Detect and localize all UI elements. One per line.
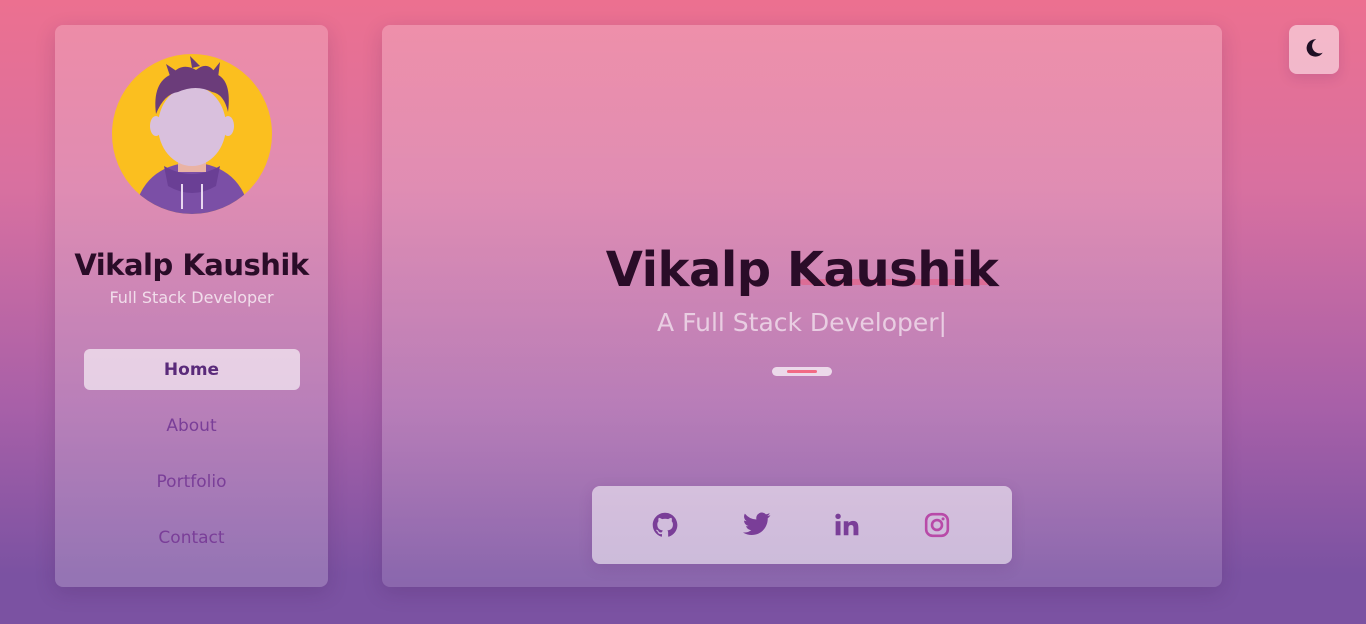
linkedin-icon[interactable] (832, 510, 862, 540)
instagram-icon[interactable] (922, 510, 952, 540)
hero-subtitle-text: A Full Stack Developer (657, 308, 939, 337)
avatar-illustration (133, 56, 250, 214)
nav-item-about[interactable]: About (84, 405, 300, 446)
theme-toggle-button[interactable] (1289, 25, 1339, 74)
twitter-icon[interactable] (742, 510, 772, 540)
moon-icon (1303, 37, 1325, 62)
social-links (592, 486, 1012, 564)
hero-panel: Vikalp Kaushik A Full Stack Developer| (382, 25, 1222, 587)
sidebar-role: Full Stack Developer (109, 288, 274, 307)
nav-item-portfolio[interactable]: Portfolio (84, 461, 300, 502)
sidebar-nav: Home About Portfolio Contact (83, 349, 300, 573)
sidebar-name: Vikalp Kaushik (74, 248, 309, 282)
hero-subtitle: A Full Stack Developer| (382, 308, 1222, 337)
nav-item-home[interactable]: Home (83, 349, 300, 390)
hero-title: Vikalp Kaushik (605, 242, 999, 298)
scroll-indicator (772, 367, 832, 376)
sidebar: Vikalp Kaushik Full Stack Developer Home… (55, 25, 328, 587)
nav-item-contact[interactable]: Contact (84, 517, 300, 558)
scroll-indicator-bar (787, 370, 817, 373)
avatar (111, 54, 272, 214)
github-icon[interactable] (650, 510, 680, 540)
typing-cursor: | (938, 308, 947, 337)
